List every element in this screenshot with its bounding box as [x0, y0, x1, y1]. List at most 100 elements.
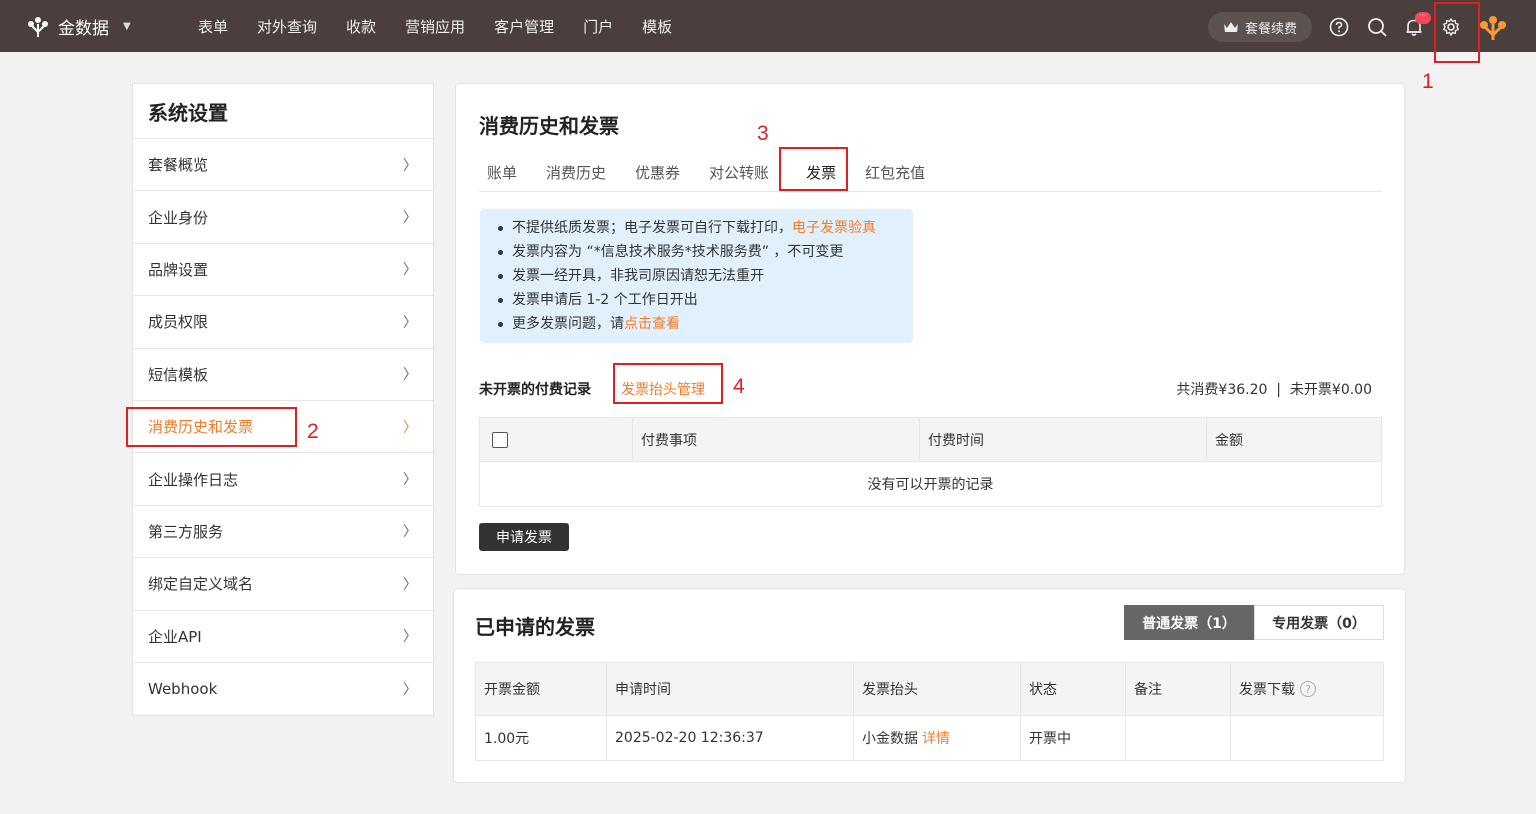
nav-item-customers[interactable]: 客户管理	[494, 16, 554, 37]
tab-coupons[interactable]: 优惠券	[627, 154, 688, 191]
help-icon[interactable]: ?	[1300, 681, 1316, 697]
notice-text: 不提供纸质发票；电子发票可自行下载打印，	[512, 220, 792, 236]
invoice-amount: 1.00元	[484, 731, 530, 747]
sidebar-title: 系统设置	[133, 84, 433, 139]
sidebar-item-label: 品牌设置	[148, 260, 209, 279]
column-header: 开票金额	[484, 682, 540, 698]
nav-item-templates[interactable]: 模板	[642, 16, 672, 37]
unpaid-records-label: 未开票的付费记录	[479, 382, 591, 398]
sidebar-item-webhook[interactable]: Webhook 〉	[133, 663, 433, 715]
invoice-remark	[1125, 716, 1230, 760]
notice-line: 发票申请后 1-2 个工作日开出	[498, 288, 913, 312]
nav-item-payments[interactable]: 收款	[346, 16, 376, 37]
sidebar-item-sms-templates[interactable]: 短信模板 〉	[133, 349, 433, 401]
chevron-right-icon: 〉	[403, 472, 417, 489]
chevron-right-icon: 〉	[403, 210, 417, 227]
chevron-right-icon: 〉	[403, 576, 417, 593]
invoice-header-name: 小金数据	[862, 731, 918, 747]
apply-invoice-button[interactable]: 申请发票	[479, 523, 569, 551]
crown-icon	[1223, 22, 1238, 32]
sidebar-item-brand-settings[interactable]: 品牌设置 〉	[133, 244, 433, 297]
special-invoice-tab[interactable]: 专用发票（0）	[1254, 605, 1384, 640]
sidebar-item-label: 套餐概览	[148, 156, 209, 175]
notice-line: 发票一经开具，非我司原因请恕无法重开	[498, 264, 913, 288]
chevron-down-icon[interactable]: ▼	[123, 21, 131, 32]
annotation-number-1: 1	[1422, 70, 1434, 93]
sidebar-item-operation-log[interactable]: 企业操作日志 〉	[133, 453, 433, 506]
notice-text: 更多发票问题，请	[512, 316, 624, 332]
brand-name: 金数据	[58, 19, 109, 39]
nav-item-forms[interactable]: 表单	[198, 16, 228, 37]
detail-link[interactable]: 详情	[922, 728, 950, 748]
sidebar-item-enterprise-identity[interactable]: 企业身份 〉	[133, 191, 433, 244]
annotation-box-4	[613, 363, 723, 404]
avatar[interactable]	[1478, 14, 1508, 42]
column-header: 付费时间	[919, 417, 1206, 462]
chevron-right-icon: 〉	[403, 262, 417, 279]
applied-invoices-card: 已申请的发票 普通发票（1） 专用发票（0） 开票金额 申请时间 发票抬头 状态…	[453, 588, 1406, 783]
sidebar-item-label: 短信模板	[148, 365, 209, 384]
invoice-download	[1230, 716, 1383, 760]
top-navbar: 金数据 ▼ 表单 对外查询 收款 营销应用 客户管理 门户 模板 套餐续费 ··…	[0, 0, 1536, 52]
invoice-header-cell: 小金数据 详情	[853, 716, 1020, 760]
download-column-header: 发票下载?	[1230, 663, 1383, 715]
sidebar-item-member-permissions[interactable]: 成员权限 〉	[133, 296, 433, 349]
column-header: 付费事项	[632, 417, 919, 462]
page-title: 消费历史和发票	[479, 114, 619, 138]
brand-logo-icon	[28, 16, 48, 37]
brand-logo[interactable]: 金数据 ▼	[26, 14, 131, 39]
chevron-right-icon: 〉	[403, 524, 417, 541]
column-header: 申请时间	[606, 663, 853, 715]
billing-invoice-card: 消费历史和发票 账单 消费历史 优惠券 对公转账 发票 红包充值 不提供纸质发票…	[455, 83, 1405, 575]
notice-line: 不提供纸质发票；电子发票可自行下载打印，电子发票验真	[498, 216, 913, 240]
column-header: 备注	[1125, 663, 1230, 715]
annotation-number-2: 2	[307, 420, 319, 443]
normal-invoice-tab[interactable]: 普通发票（1）	[1124, 605, 1254, 640]
sidebar-item-custom-domain[interactable]: 绑定自定义域名 〉	[133, 558, 433, 611]
nav-item-portal[interactable]: 门户	[583, 16, 613, 37]
chevron-right-icon: 〉	[403, 419, 417, 436]
table-header: 付费事项 付费时间 金额	[480, 417, 1381, 462]
unpaid-records-table: 付费事项 付费时间 金额 没有可以开票的记录	[479, 417, 1382, 507]
nav-item-marketing[interactable]: 营销应用	[405, 16, 465, 37]
tab-bank-transfer[interactable]: 对公转账	[701, 154, 777, 191]
select-all-checkbox[interactable]	[492, 431, 508, 448]
annotation-box-1	[1434, 2, 1480, 63]
sidebar-item-plan-overview[interactable]: 套餐概览 〉	[133, 139, 433, 192]
invoice-notice: 不提供纸质发票；电子发票可自行下载打印，电子发票验真 发票内容为 “*信息技术服…	[480, 209, 913, 343]
chevron-right-icon: 〉	[403, 314, 417, 331]
column-header: 金额	[1206, 417, 1381, 462]
sidebar-item-label: 企业操作日志	[148, 470, 239, 489]
sidebar-item-label: 成员权限	[148, 313, 209, 332]
applied-invoices-title: 已申请的发票	[475, 615, 595, 639]
sidebar-item-label: 第三方服务	[148, 522, 224, 541]
tab-consumption-history[interactable]: 消费历史	[538, 154, 614, 191]
table-header: 开票金额 申请时间 发票抬头 状态 备注 发票下载?	[476, 663, 1383, 716]
renew-plan-label: 套餐续费	[1244, 21, 1297, 37]
tab-red-packet-recharge[interactable]: 红包充值	[857, 154, 933, 191]
search-icon[interactable]	[1366, 16, 1388, 38]
sidebar-item-enterprise-api[interactable]: 企业API 〉	[133, 611, 433, 663]
sidebar-item-third-party[interactable]: 第三方服务 〉	[133, 506, 433, 559]
renew-plan-button[interactable]: 套餐续费	[1208, 12, 1312, 42]
select-all-cell	[480, 418, 632, 462]
billing-tabs: 账单 消费历史 优惠券 对公转账 发票 红包充值	[479, 154, 1382, 192]
invoice-verify-link[interactable]: 电子发票验真	[792, 220, 876, 236]
column-header-label: 发票下载	[1239, 682, 1295, 698]
apply-time: 2025-02-20 12:36:37	[606, 716, 853, 760]
more-faq-link[interactable]: 点击查看	[624, 316, 680, 332]
notice-line: 发票内容为 “*信息技术服务*技术服务费” ，不可变更	[498, 240, 913, 264]
notification-badge: ···	[1415, 12, 1431, 24]
invoice-type-toggle: 普通发票（1） 专用发票（0）	[1124, 605, 1384, 640]
applied-invoices-table: 开票金额 申请时间 发票抬头 状态 备注 发票下载? 1.00元 2025-02…	[475, 662, 1384, 761]
chevron-right-icon: 〉	[403, 157, 417, 174]
help-icon[interactable]	[1328, 16, 1350, 38]
tab-bills[interactable]: 账单	[479, 154, 525, 191]
nav-item-external-query[interactable]: 对外查询	[257, 16, 317, 37]
sidebar-item-label: Webhook	[148, 680, 218, 699]
annotation-number-4: 4	[733, 375, 745, 398]
empty-state-text: 没有可以开票的记录	[867, 477, 994, 493]
chevron-right-icon: 〉	[403, 682, 417, 699]
sidebar-item-label: 企业API	[148, 627, 202, 646]
settings-sidebar: 系统设置 套餐概览〉 企业身份〉 品牌设置〉 成员权限〉 短信模板〉 消费历史和…	[132, 83, 434, 716]
